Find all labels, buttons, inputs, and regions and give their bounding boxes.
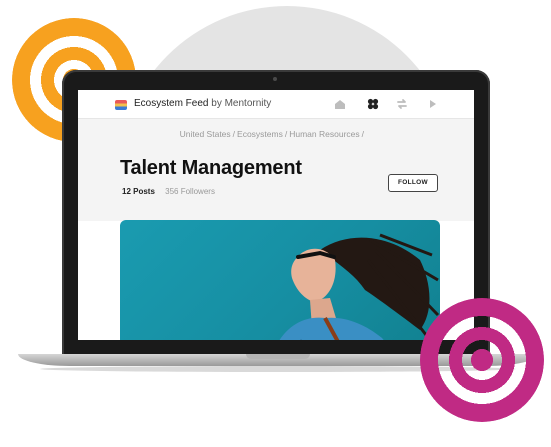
logo-icon[interactable] — [115, 100, 127, 110]
breadcrumb: United States / Ecosystems / Human Resources… — [179, 129, 364, 139]
brand-title[interactable]: Ecosystem Feed by Mentornity — [134, 98, 271, 109]
chevron-right-icon[interactable] — [426, 97, 440, 111]
brand-name: Ecosystem Feed — [134, 98, 209, 109]
laptop-screen-frame: Ecosystem Feed by Mentornity United Stat… — [62, 70, 490, 356]
posts-count[interactable]: 12 Posts — [122, 187, 155, 196]
woman-wind-photo — [279, 233, 440, 340]
channel-header: United States / Ecosystems / Human Resources… — [78, 119, 474, 221]
top-navbar: Ecosystem Feed by Mentornity — [78, 90, 474, 119]
breadcrumb-item[interactable]: Human Resources — [289, 129, 359, 139]
grid-icon[interactable] — [366, 97, 380, 111]
page-title: Talent Management — [120, 157, 302, 179]
followers-count[interactable]: 356 Followers — [165, 187, 215, 196]
brand-by: by Mentornity — [211, 98, 272, 109]
breadcrumb-item[interactable]: United States — [180, 129, 231, 139]
webcam — [273, 77, 277, 81]
channel-stats: 12 Posts 356 Followers — [122, 187, 215, 196]
laptop-notch — [246, 354, 310, 359]
home-icon[interactable] — [333, 97, 347, 111]
app-screen: Ecosystem Feed by Mentornity United Stat… — [78, 90, 474, 340]
hero-image — [120, 220, 440, 340]
magenta-target-decoration — [420, 298, 544, 422]
breadcrumb-item[interactable]: Ecosystems — [237, 129, 283, 139]
follow-button[interactable]: FOLLOW — [388, 174, 438, 192]
swap-icon[interactable] — [395, 97, 409, 111]
